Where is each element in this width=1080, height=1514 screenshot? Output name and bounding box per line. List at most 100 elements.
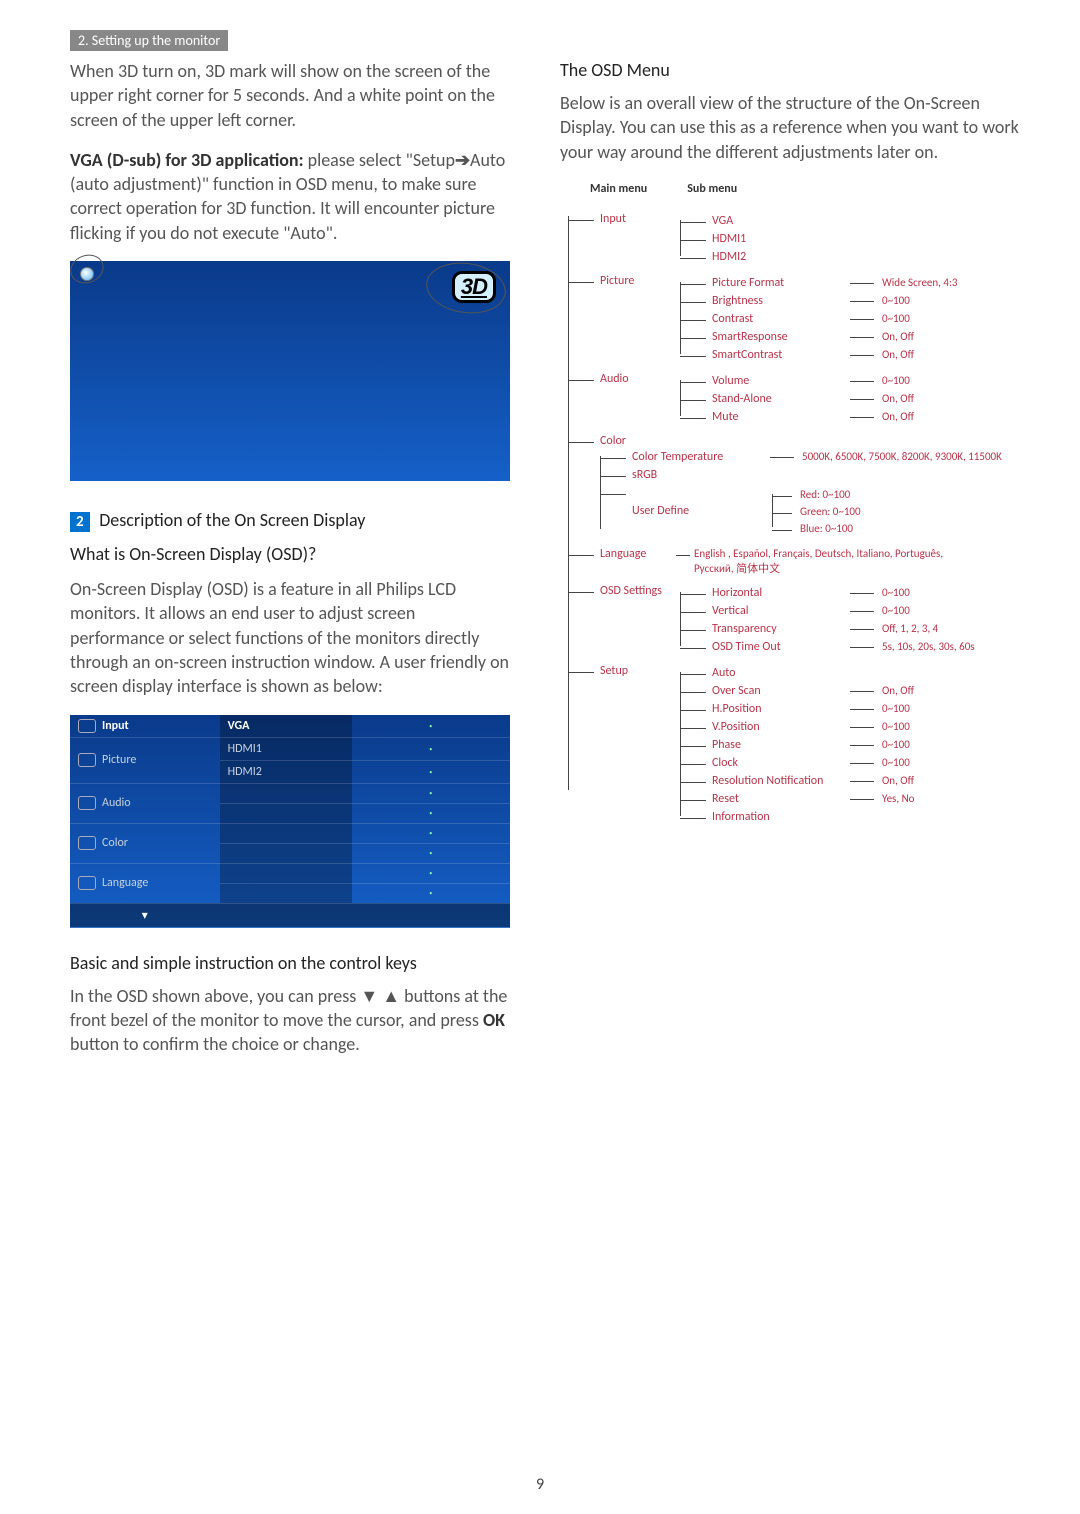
dash-connector	[770, 450, 794, 464]
sub-menu-row: Contrast 0~100	[698, 310, 958, 328]
sub-menu-row: Volume0~100	[698, 372, 914, 390]
sub-menu-label: SmartResponse	[712, 330, 842, 344]
osd-description-para: On-Screen Display (OSD) is a feature in …	[70, 577, 510, 698]
main-menu-item: Audio	[600, 372, 680, 386]
sub-menu-label: VGA	[712, 214, 842, 228]
sub-menu-row: User DefineRed: 0~100Green: 0~100Blue: 0…	[618, 484, 1002, 539]
sub-menu-row: VGA	[698, 212, 842, 230]
main-menu-item: Picture	[600, 274, 680, 288]
sub-menu-value: On, Off	[882, 330, 914, 343]
sub-menu-label: Phase	[712, 738, 842, 752]
sub-menu-value: 0~100	[882, 738, 910, 751]
audio-icon	[78, 796, 96, 810]
sub-menu-row: ResetYes, No	[698, 790, 914, 808]
dash-connector	[850, 738, 874, 752]
header-main: Main menu	[590, 182, 647, 196]
sub-menu-row: Color Temperature5000K, 6500K, 7500K, 82…	[618, 448, 1002, 466]
ok-label: OK	[483, 1009, 505, 1031]
nested-value: Red: 0~100	[786, 486, 861, 503]
up-triangle-icon: ▲	[382, 985, 400, 1007]
input-icon	[78, 719, 96, 733]
sub-menu-label: V.Position	[712, 720, 842, 734]
language-icon	[78, 876, 96, 890]
sub-menu-row: Stand-AloneOn, Off	[698, 390, 914, 408]
sub-menu-value: On, Off	[882, 410, 914, 423]
sub-menu-label: Auto	[712, 666, 842, 680]
sub-menu-row: Clock0~100	[698, 754, 914, 772]
sub-menu-row: H.Position 0~100	[698, 700, 914, 718]
arrow-icon: ➔	[455, 149, 470, 171]
sub-menu-label: Volume	[712, 374, 842, 388]
sub-menu-row: Information	[698, 808, 914, 826]
dash-connector	[850, 622, 874, 636]
sub-menu-label: Transparency	[712, 622, 842, 636]
main-menu-item: Color	[600, 434, 680, 448]
vga-text-a: please select "Setup	[304, 149, 455, 171]
sub-menu-label: Picture Format	[712, 276, 842, 290]
sub-menu-row: V.Position0~100	[698, 718, 914, 736]
dash-connector	[850, 640, 874, 654]
sub-menu-row: Brightness0~100	[698, 292, 958, 310]
3d-badge: 3D	[452, 271, 496, 303]
sub-menu-label: OSD Time Out	[712, 640, 842, 654]
sub-menu-row: HDMI2	[698, 248, 842, 266]
para-3d-intro: When 3D turn on, 3D mark will show on th…	[70, 59, 510, 132]
sub-menu-label: Clock	[712, 756, 842, 770]
sub-menu-label: sRGB	[632, 468, 762, 482]
sub-menu-row: HDMI1	[698, 230, 842, 248]
osd-menu-input: Input	[70, 715, 220, 738]
down-triangle-icon: ▼	[360, 985, 378, 1007]
osd-down-arrow: ▾	[70, 903, 220, 927]
sub-menu-value: 0~100	[882, 604, 910, 617]
sub-menu-label: Contrast	[712, 312, 842, 326]
sub-menu-value: Off, 1, 2, 3, 4	[882, 622, 938, 635]
sub-menu-value: Yes, No	[882, 792, 914, 805]
main-menu-item: Input	[600, 212, 680, 226]
sub-menu-row: Picture FormatWide Screen, 4:3	[698, 274, 958, 292]
dash-connector	[850, 604, 874, 618]
header-sub: Sub menu	[687, 182, 737, 196]
sub-menu-value: On, Off	[882, 684, 914, 697]
dash-connector	[850, 294, 874, 308]
section-tag: 2. Setting up the monitor	[70, 30, 228, 51]
sub-menu-row: Vertical 0~100	[698, 602, 975, 620]
osd-tree: Input VGA HDMI1 HDMI2 Picture Picture FormatW…	[568, 208, 1020, 830]
picture-icon	[78, 753, 96, 767]
dash-connector	[850, 702, 874, 716]
sub-menu-label: HDMI1	[712, 232, 842, 246]
dash-connector	[850, 312, 874, 326]
dash-connector	[850, 276, 874, 290]
sub-menu-label: Information	[712, 810, 842, 824]
sub-menu-value: 0~100	[882, 702, 910, 715]
sub-menu-label: User Define	[632, 504, 762, 518]
sub-menu-value: On, Off	[882, 348, 914, 361]
osd-menu-picture: Picture	[70, 737, 220, 783]
color-icon	[78, 836, 96, 850]
sub-menu-value: 5000K, 6500K, 7500K, 8200K, 9300K, 11500…	[802, 450, 1002, 463]
osd-menu-heading: The OSD Menu	[560, 59, 1020, 81]
sub-menu-label: HDMI2	[712, 250, 842, 264]
sub-menu-label: H.Position	[712, 702, 842, 716]
vga-bold-label: VGA (D-sub) for 3D application:	[70, 149, 304, 171]
page-number: 9	[536, 1475, 544, 1494]
sub-menu-row: Transparency Off, 1, 2, 3, 4	[698, 620, 975, 638]
sub-menu-label: Vertical	[712, 604, 842, 618]
sub-menu-value: 0~100	[882, 312, 910, 325]
what-is-osd-heading: What is On-Screen Display (OSD)?	[70, 543, 510, 565]
main-menu-item: OSD Settings	[600, 584, 680, 598]
osd-menu-language: Language	[70, 863, 220, 903]
sub-menu-value: On, Off	[882, 774, 914, 787]
dash-connector	[850, 774, 874, 788]
osd-menu-audio: Audio	[70, 783, 220, 823]
dash-connector	[850, 374, 874, 388]
sub-menu-value: On, Off	[882, 392, 914, 405]
sub-menu-row: SmartResponse On, Off	[698, 328, 958, 346]
sub-menu-label: Horizontal	[712, 586, 842, 600]
sub-menu-value: 5s, 10s, 20s, 30s, 60s	[882, 640, 975, 653]
dash-connector	[850, 586, 874, 600]
right-column: The OSD Menu Below is an overall view of…	[560, 59, 1020, 1073]
sub-menu-row: Resolution NotificationOn, Off	[698, 772, 914, 790]
sub-menu-label: Over Scan	[712, 684, 842, 698]
dash-connector	[850, 392, 874, 406]
dash-connector	[850, 720, 874, 734]
